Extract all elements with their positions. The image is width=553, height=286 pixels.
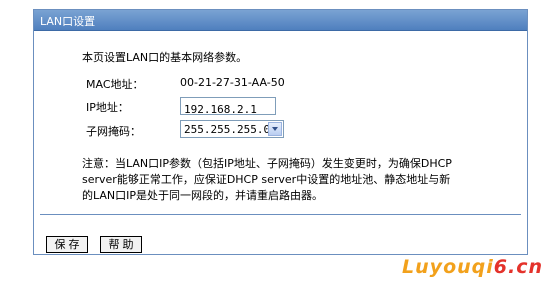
- notice-text: 注意：当LAN口IP参数（包括IP地址、子网掩码）发生变更时，为确保DHCP s…: [82, 156, 502, 204]
- help-button[interactable]: 帮助: [100, 236, 142, 253]
- ip-label: IP地址：: [86, 101, 129, 114]
- subnet-mask-value: 255.255.255.0: [184, 123, 271, 136]
- notice-line: server能够正常工作，应保证DHCP server中设置的地址池、静态地址与…: [82, 173, 451, 186]
- panel-body: 本页设置LAN口的基本网络参数。 MAC地址： 00-21-27-31-AA-5…: [34, 31, 527, 254]
- intro-text: 本页设置LAN口的基本网络参数。: [82, 51, 248, 64]
- panel-title: LAN口设置: [40, 15, 96, 28]
- save-button[interactable]: 保存: [46, 236, 88, 253]
- site-watermark: Luyouqi6.cn: [402, 256, 543, 278]
- notice-line: 注意：当LAN口IP参数（包括IP地址、子网掩码）发生变更时，为确保DHCP: [82, 157, 452, 170]
- ip-input[interactable]: [181, 101, 275, 118]
- notice-line: 的LAN口IP是处于同一网段的，并请重启路由器。: [82, 189, 324, 202]
- divider: [40, 214, 521, 215]
- watermark-part-1: Luyouqi: [402, 256, 494, 278]
- ip-field-box[interactable]: [180, 97, 276, 118]
- panel-titlebar: LAN口设置: [34, 10, 527, 31]
- mask-label: 子网掩码：: [86, 125, 141, 138]
- chevron-down-icon[interactable]: [268, 122, 282, 136]
- watermark-part-2: 6.cn: [493, 256, 543, 278]
- mac-value: 00-21-27-31-AA-50: [180, 76, 285, 89]
- mac-label: MAC地址：: [86, 78, 144, 91]
- lan-settings-panel: LAN口设置 本页设置LAN口的基本网络参数。 MAC地址： 00-21-27-…: [33, 9, 528, 255]
- subnet-mask-select[interactable]: 255.255.255.0: [180, 120, 284, 138]
